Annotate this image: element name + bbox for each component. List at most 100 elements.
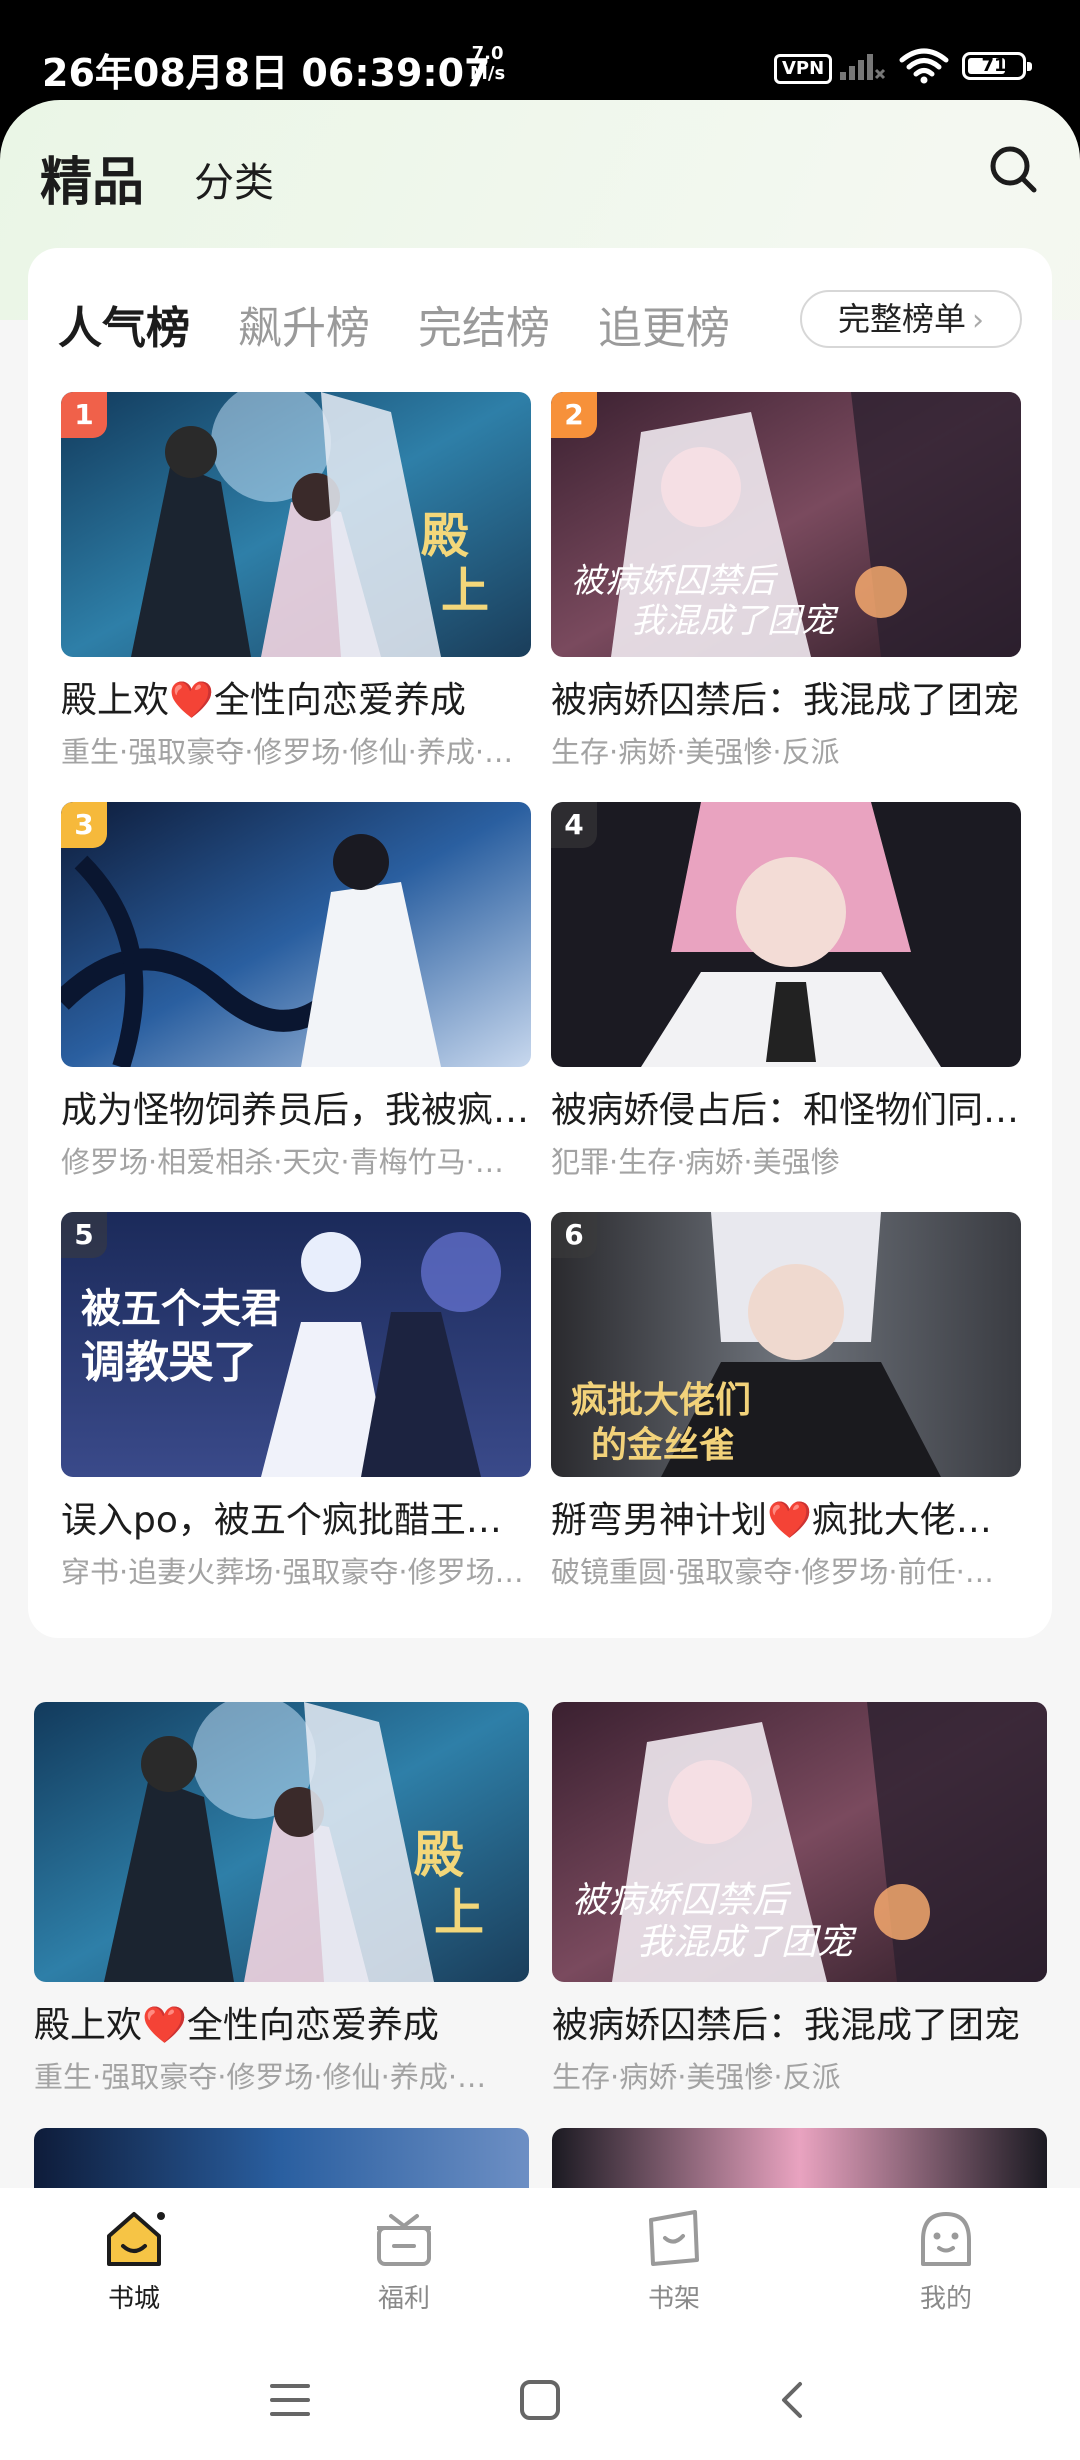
- book-tags: 破镜重圆·强取豪夺·修罗场·前任·…: [551, 1555, 994, 1589]
- status-bar: 26年08月8日 06:39:07 7.0 M/s VPN 71: [0, 0, 1080, 100]
- feed-book-2[interactable]: 被病娇囚禁后 我混成了团宠 被病娇囚禁后：我混成了团宠 生存·病娇·美强惨·反派: [552, 1702, 1047, 2096]
- book-cover[interactable]: 3: [61, 802, 531, 1067]
- svg-text:疯批大佬们: 疯批大佬们: [571, 1379, 751, 1421]
- network-speed-value: 7.0: [471, 43, 504, 64]
- menu-icon[interactable]: [268, 2380, 312, 2420]
- rank-badge: 3: [61, 802, 107, 848]
- nav-profile[interactable]: 我的: [866, 2206, 1026, 2315]
- book-title[interactable]: 殿上欢❤️全性向恋爱养成: [34, 1996, 529, 2048]
- cover-art: [61, 802, 531, 1067]
- cover-art: 被病娇囚禁后 我混成了团宠: [551, 392, 1021, 657]
- book-title[interactable]: 掰弯男神计划❤️疯批大佬的金丝雀: [551, 1491, 1021, 1543]
- book-tags: 重生·强取豪夺·修罗场·修仙·养成·…: [61, 735, 514, 769]
- svg-text:上: 上: [434, 1883, 484, 1942]
- nav-label: 我的: [919, 2284, 972, 2314]
- feed-book-4-cover-partial[interactable]: [552, 2128, 1047, 2188]
- nav-bookstore[interactable]: 书城: [54, 2206, 214, 2315]
- svg-text:调教哭了: 调教哭了: [81, 1337, 257, 1388]
- ranking-book-4[interactable]: 4 被病娇侵占后：和怪物们同居的日子 犯罪·生存·病娇·美强惨: [551, 802, 1021, 1181]
- network-speed-unit: M/s: [470, 63, 506, 84]
- book-tags: 穿书·追妻火葬场·强取豪夺·修罗场·…: [61, 1555, 531, 1589]
- ranking-book-5[interactable]: 被五个夫君 调教哭了 5 误入po，被五个疯批醋王调教哭了 穿书·追妻火葬场·强…: [61, 1212, 531, 1591]
- svg-text:我混成了团宠: 我混成了团宠: [631, 601, 839, 641]
- book-title[interactable]: 误入po，被五个疯批醋王调教哭了: [61, 1491, 531, 1543]
- rank-badge: 2: [551, 392, 597, 438]
- svg-text:被五个夫君: 被五个夫君: [81, 1285, 281, 1332]
- svg-text:被病娇囚禁后: 被病娇囚禁后: [571, 561, 779, 601]
- tab-rising[interactable]: 飙升榜: [238, 292, 370, 356]
- ranking-book-6[interactable]: 疯批大佬们 的金丝雀 6 掰弯男神计划❤️疯批大佬的金丝雀 破镜重圆·强取豪夺·…: [551, 1212, 1021, 1591]
- book-cover[interactable]: 殿 上: [34, 1702, 529, 1982]
- book-title[interactable]: 殿上欢❤️全性向恋爱养成: [61, 671, 531, 723]
- book-title[interactable]: 成为怪物饲养员后，我被疯批们盯上了: [61, 1081, 531, 1133]
- full-list-label: 完整榜单: [837, 300, 966, 338]
- feed-book-1[interactable]: 殿 上 殿上欢❤️全性向恋爱养成 重生·强取豪夺·修罗场·修仙·养成·…: [34, 1702, 529, 2096]
- chevron-right-icon: ›: [972, 303, 984, 338]
- svg-text:殿: 殿: [421, 508, 469, 564]
- nav-bookshelf[interactable]: 书架: [594, 2206, 754, 2315]
- rank-badge: 1: [61, 392, 107, 438]
- book-cover[interactable]: 殿 上 1: [61, 392, 531, 657]
- cover-art: 被五个夫君 调教哭了: [61, 1212, 531, 1477]
- ranking-book-2[interactable]: 被病娇囚禁后 我混成了团宠 2 被病娇囚禁后：我混成了团宠 生存·病娇·美强惨·…: [551, 392, 1021, 771]
- rank-badge: 4: [551, 802, 597, 848]
- search-icon[interactable]: [986, 142, 1040, 196]
- app-screen: 精品 分类 人气榜 飙升榜 完结榜 追更榜 完整榜单 › 殿 上 1 殿上欢❤️…: [0, 100, 1080, 2460]
- tab-popularity[interactable]: 人气榜: [58, 292, 190, 356]
- book-tags: 修罗场·相爱相杀·天灾·青梅竹马·…: [61, 1145, 504, 1179]
- cover-art: [551, 802, 1021, 1067]
- bottom-navigation: 书城 福利 书架 我的: [0, 2188, 1080, 2340]
- rank-badge: 5: [61, 1212, 107, 1258]
- nav-welfare[interactable]: 福利: [324, 2206, 484, 2315]
- vpn-indicator: VPN: [774, 54, 833, 84]
- battery-icon: 71: [962, 52, 1032, 80]
- profile-face-icon: [921, 2212, 971, 2266]
- svg-text:的金丝雀: 的金丝雀: [591, 1424, 735, 1466]
- book-cover[interactable]: 被五个夫君 调教哭了 5: [61, 1212, 531, 1477]
- feed-book-3-cover-partial[interactable]: [34, 2128, 529, 2188]
- book-tags: 重生·强取豪夺·修罗场·修仙·养成·…: [34, 2060, 487, 2094]
- book-tags: 生存·病娇·美强惨·反派: [551, 735, 840, 769]
- ranking-card: 人气榜 飙升榜 完结榜 追更榜 完整榜单 › 殿 上 1 殿上欢❤️全性向恋爱养…: [28, 248, 1052, 1638]
- book-cover[interactable]: 被病娇囚禁后 我混成了团宠 2: [551, 392, 1021, 657]
- tab-category[interactable]: 分类: [194, 150, 274, 208]
- cover-art: 殿 上: [61, 392, 531, 657]
- svg-text:上: 上: [441, 563, 489, 619]
- gift-icon: [377, 2214, 431, 2266]
- nav-label: 书架: [647, 2284, 700, 2314]
- cover-art: 被病娇囚禁后 我混成了团宠: [552, 1702, 1047, 1982]
- book-cover[interactable]: 4: [551, 802, 1021, 1067]
- home-icon[interactable]: [518, 2378, 562, 2422]
- bookshelf-icon: [649, 2210, 699, 2266]
- back-icon[interactable]: [772, 2378, 812, 2422]
- battery-level: 71: [981, 55, 1007, 76]
- ranking-book-1[interactable]: 殿 上 1 殿上欢❤️全性向恋爱养成 重生·强取豪夺·修罗场·修仙·养成·…: [61, 392, 531, 771]
- top-bar: 精品 分类: [0, 100, 1080, 250]
- svg-text:殿: 殿: [414, 1825, 464, 1884]
- wifi-icon: [899, 48, 949, 84]
- book-title[interactable]: 被病娇侵占后：和怪物们同居的日子: [551, 1081, 1021, 1133]
- ranking-book-3[interactable]: 3 成为怪物饲养员后，我被疯批们盯上了 修罗场·相爱相杀·天灾·青梅竹马·…: [61, 802, 531, 1181]
- tab-featured[interactable]: 精品: [40, 140, 144, 215]
- signal-icon: [840, 54, 886, 80]
- book-title[interactable]: 被病娇囚禁后：我混成了团宠: [552, 1996, 1047, 2048]
- book-cover[interactable]: 被病娇囚禁后 我混成了团宠: [552, 1702, 1047, 1982]
- svg-text:被病娇囚禁后: 被病娇囚禁后: [572, 1880, 792, 1921]
- tab-updating[interactable]: 追更榜: [598, 292, 730, 356]
- nav-label: 书城: [107, 2284, 160, 2314]
- book-tags: 生存·病娇·美强惨·反派: [552, 2060, 841, 2094]
- status-time: 26年08月8日 06:39:07: [42, 51, 491, 95]
- svg-text:我混成了团宠: 我混成了团宠: [637, 1922, 857, 1963]
- book-title[interactable]: 被病娇囚禁后：我混成了团宠: [551, 671, 1021, 723]
- cover-art: 疯批大佬们 的金丝雀: [551, 1212, 1021, 1477]
- rank-badge: 6: [551, 1212, 597, 1258]
- book-cover[interactable]: 疯批大佬们 的金丝雀 6: [551, 1212, 1021, 1477]
- cover-art: 殿 上: [34, 1702, 529, 1982]
- battery-tip: [1027, 62, 1032, 71]
- tab-completed[interactable]: 完结榜: [418, 292, 550, 356]
- full-list-button[interactable]: 完整榜单 ›: [800, 290, 1022, 348]
- network-speed: 7.0 M/s: [470, 44, 505, 84]
- bookstore-home-icon: [107, 2212, 165, 2266]
- system-navigation-bar: [0, 2338, 1080, 2460]
- nav-label: 福利: [377, 2284, 430, 2314]
